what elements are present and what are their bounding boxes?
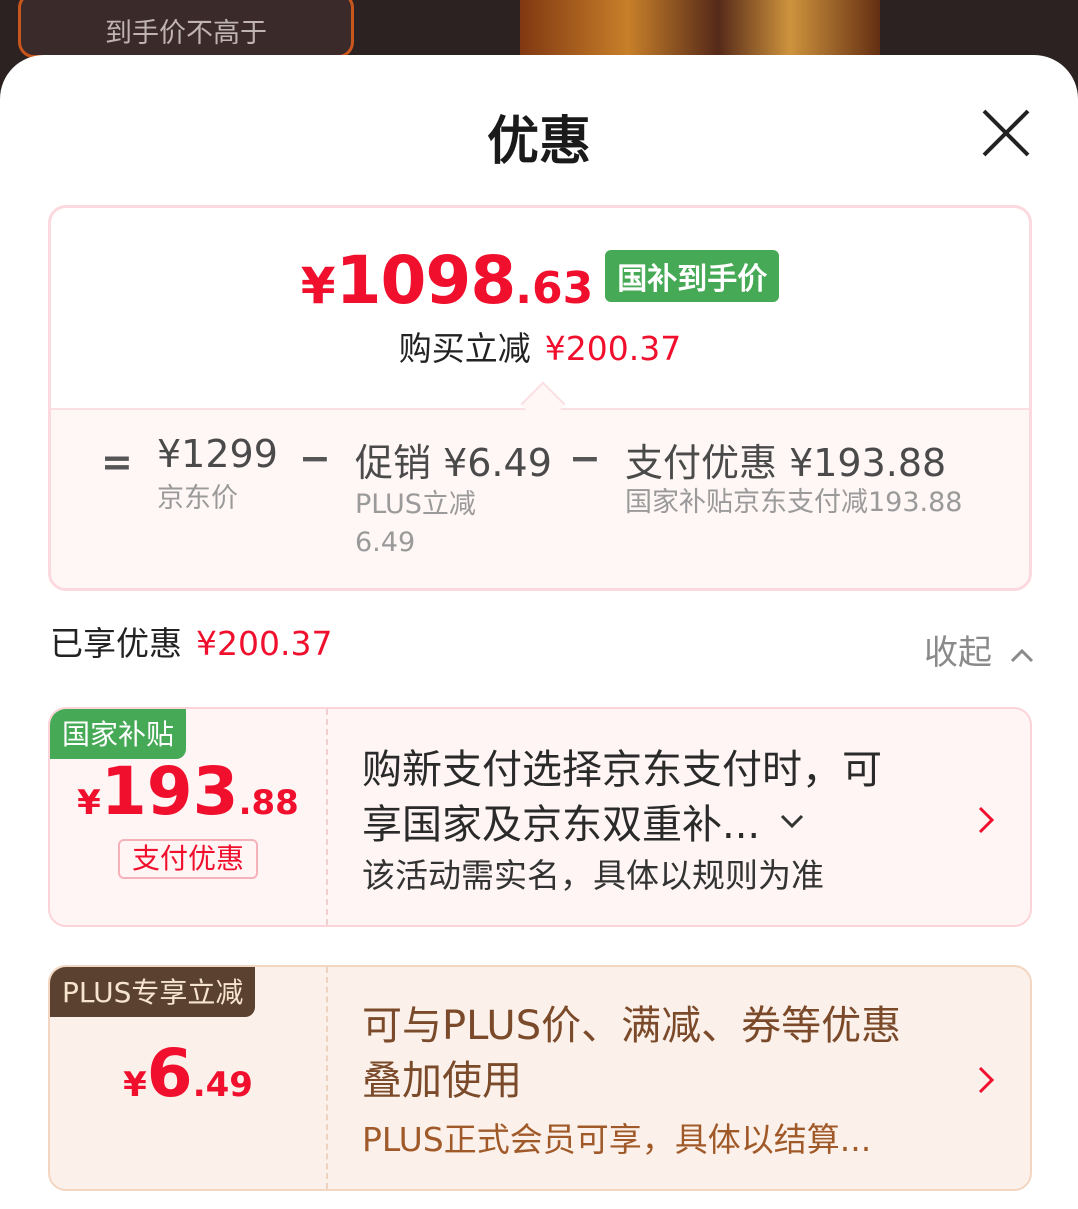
pay-discount-amount: 支付优惠 ¥193.88: [625, 441, 947, 485]
coupon-amount: ¥193.88: [50, 753, 326, 830]
coupon-description: 可与PLUS价、满减、券等优惠 叠加使用: [362, 999, 942, 1109]
coupon-tag: 国家补贴: [50, 709, 187, 759]
coupon-national-subsidy[interactable]: 国家补贴 ¥193.88 支付优惠 购新支付选择京东支付时，可 享国家及京东双重…: [48, 707, 1032, 927]
background-price-pill: 到手价不高于: [18, 0, 354, 58]
price-symbol: ¥: [300, 257, 336, 315]
enjoyed-amount: ¥200.37: [196, 624, 333, 663]
price-decimal: .63: [515, 263, 594, 314]
collapse-label: 收起: [924, 633, 992, 673]
coupon-amount-dec: .49: [192, 1065, 253, 1105]
discount-sheet: 优惠 ¥1098.63 国补到手价 购买立减 ¥200.37 = ¥1299 京东价…: [0, 55, 1078, 1209]
coupon-divider: [326, 967, 328, 1189]
chevron-down-icon[interactable]: [779, 812, 805, 830]
coupon-desc-line1: 可与PLUS价、满减、券等优惠: [362, 1003, 902, 1049]
minus-sign: −: [569, 436, 601, 480]
chevron-up-icon: [1010, 648, 1033, 663]
enjoyed-label: 已享优惠: [50, 624, 182, 663]
jd-price-label: 京东价: [157, 483, 238, 514]
coupon-desc-line2: 叠加使用: [362, 1058, 522, 1104]
equals-sign: =: [101, 440, 133, 484]
save-amount: ¥200.37: [544, 329, 682, 368]
price-integer: 1098: [335, 242, 517, 319]
promo-sub-line1: PLUS立减: [355, 489, 476, 520]
save-amount-line: 购买立减 ¥200.37: [51, 322, 1029, 370]
price-breakdown: = ¥1299 京东价 − 促销 ¥6.49 PLUS立减 6.49 − 支付优…: [51, 408, 1029, 588]
coupon-description: 购新支付选择京东支付时，可 享国家及京东双重补...: [362, 743, 942, 853]
coupon-amount-int: 6: [146, 1035, 193, 1112]
minus-sign: −: [299, 436, 331, 480]
coupon-note: PLUS正式会员可享，具体以结算...: [362, 1120, 872, 1159]
subsidy-price-tag: 国补到手价: [605, 250, 780, 302]
background-artwork: [520, 0, 880, 60]
jd-price: ¥1299: [157, 432, 278, 476]
chevron-right-icon[interactable]: [976, 1065, 996, 1095]
coupon-divider: [326, 709, 328, 925]
pay-discount-sub: 国家补贴京东支付减193.88: [625, 487, 963, 518]
coupon-yen: ¥: [123, 1065, 147, 1105]
sheet-title: 优惠: [486, 112, 591, 172]
coupon-amount: ¥6.49: [50, 1035, 326, 1112]
promo-sub-line2: 6.49: [355, 527, 416, 558]
close-icon[interactable]: [978, 105, 1034, 161]
promo-amount: 促销 ¥6.49: [355, 441, 552, 485]
coupon-desc-line2[interactable]: 享国家及京东双重补...: [362, 798, 942, 853]
coupon-note: 该活动需实名，具体以规则为准: [362, 856, 824, 895]
coupon-amount-dec: .88: [238, 783, 299, 823]
coupon-tag: PLUS专享立减: [50, 967, 256, 1017]
save-label: 购买立减: [398, 329, 531, 368]
price-summary-card: ¥1098.63 国补到手价 购买立减 ¥200.37 = ¥1299 京东价 − …: [48, 205, 1032, 591]
coupon-amount-int: 193: [100, 753, 239, 830]
coupon-yen: ¥: [77, 783, 101, 823]
enjoyed-discount: 已享优惠 ¥200.37: [50, 617, 332, 665]
final-price: ¥1098.63 国补到手价: [51, 242, 1029, 319]
coupon-desc-line1: 购新支付选择京东支付时，可: [362, 747, 882, 793]
chevron-right-icon[interactable]: [976, 805, 996, 835]
collapse-button[interactable]: 收起: [924, 625, 1035, 674]
coupon-plus-discount[interactable]: PLUS专享立减 ¥6.49 可与PLUS价、满减、券等优惠 叠加使用 PLUS…: [48, 965, 1032, 1191]
pay-discount-badge: 支付优惠: [118, 839, 258, 879]
